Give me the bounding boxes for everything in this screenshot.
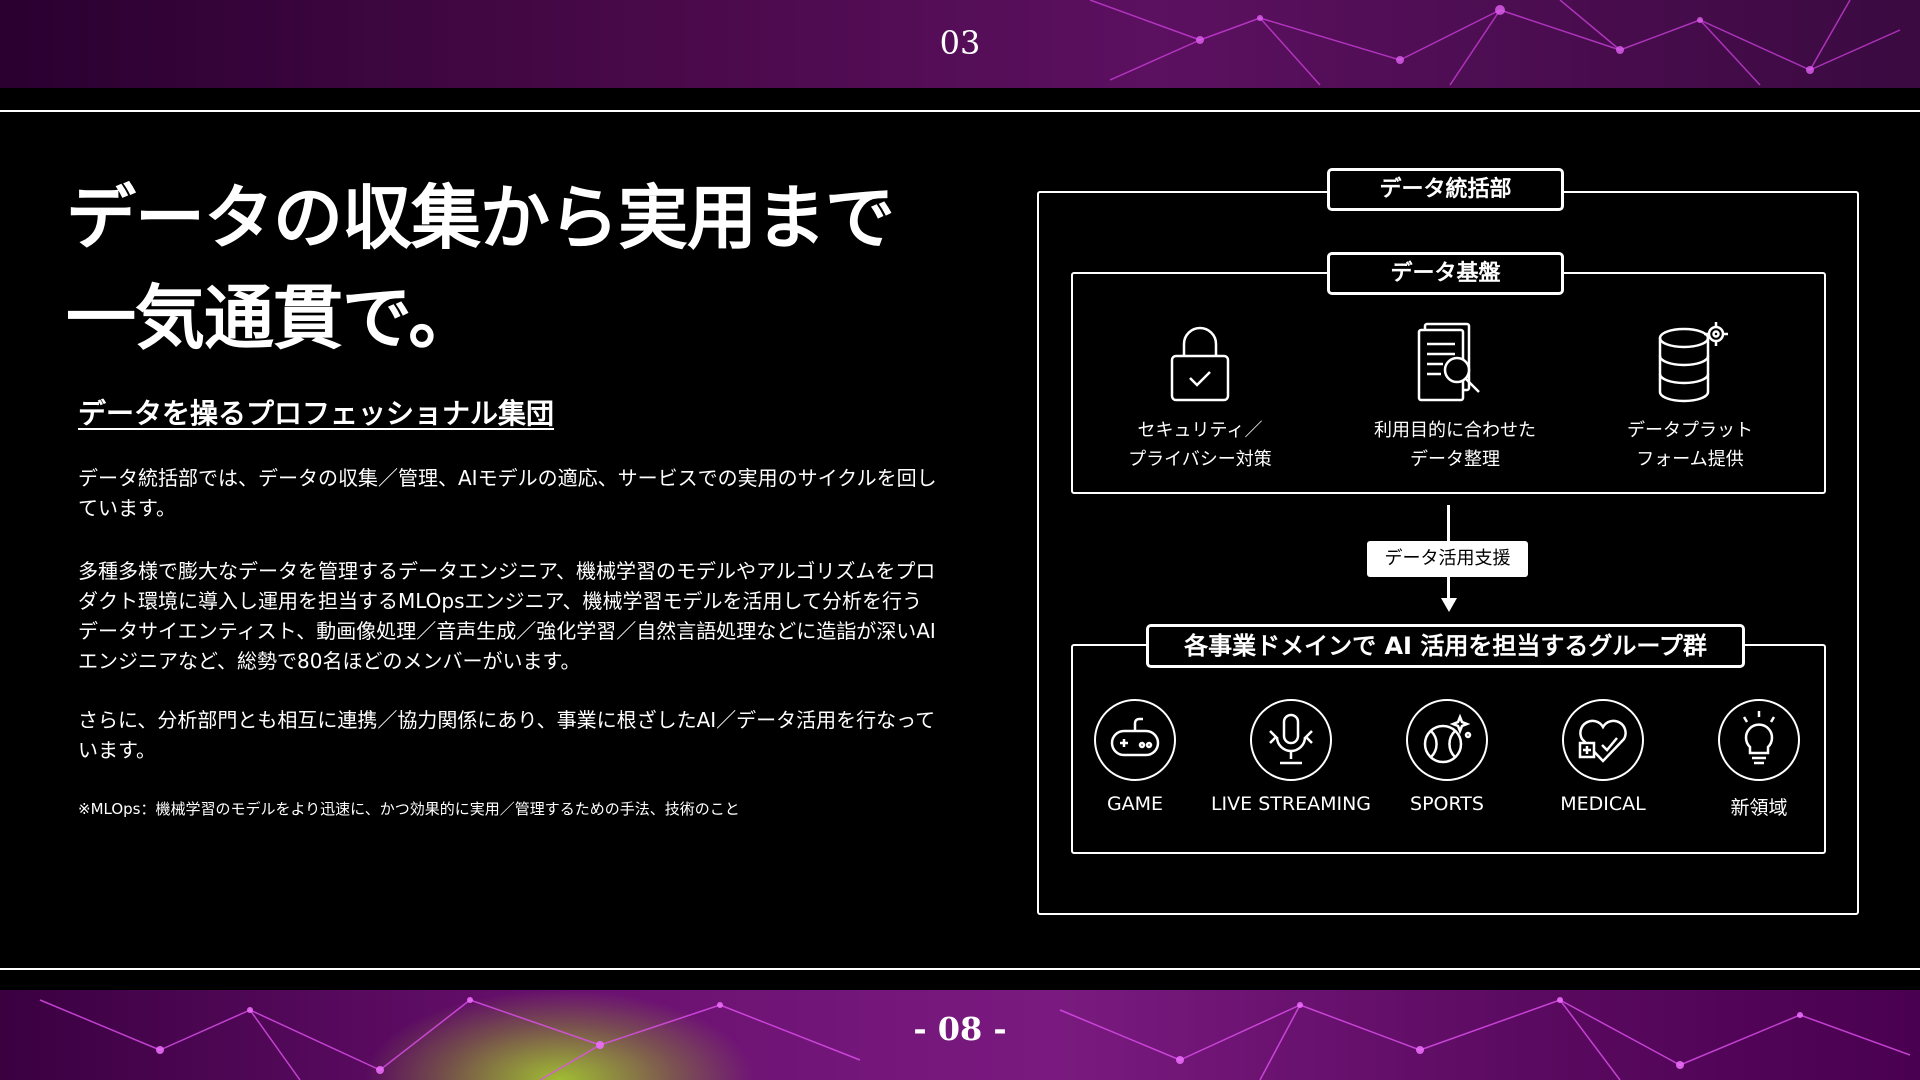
baseball-icon xyxy=(1406,699,1488,781)
page-number: - 08 - xyxy=(913,1010,1007,1048)
padlock-check-icon xyxy=(1170,326,1230,402)
feature-platform-line2: フォーム提供 xyxy=(1636,449,1744,470)
feature-security: セキュリティ／ プライバシー対策 xyxy=(1100,416,1300,474)
feature-organize-line2: データ整理 xyxy=(1410,449,1500,470)
page-title-line2: 一気通貫で。 xyxy=(66,277,478,359)
header-band: 03 xyxy=(0,0,1920,88)
feature-organize-line1: 利用目的に合わせた xyxy=(1374,420,1536,441)
flow-arrow-head-icon xyxy=(1441,598,1457,612)
feature-platform-line1: データプラット xyxy=(1627,420,1753,441)
domain-new-field: 新領域 xyxy=(1730,797,1788,819)
support-label: データ活用支援 xyxy=(1367,541,1528,577)
feature-security-line2: プライバシー対策 xyxy=(1128,449,1272,470)
documents-magnifier-icon xyxy=(1417,322,1480,402)
platform-title: データ基盤 xyxy=(1327,252,1564,295)
feature-platform: データプラット フォーム提供 xyxy=(1590,416,1790,474)
groups-title: 各事業ドメインで AI 活用を担当するグループ群 xyxy=(1146,624,1745,668)
gamepad-icon xyxy=(1094,699,1176,781)
feature-organize: 利用目的に合わせた データ整理 xyxy=(1355,416,1555,474)
heart-cross-icon xyxy=(1562,699,1644,781)
microphone-icon xyxy=(1250,699,1332,781)
page-title-line1: データの収集から実用まで xyxy=(66,177,895,259)
database-gear-icon xyxy=(1658,322,1728,403)
section-number: 03 xyxy=(939,24,981,62)
footer-band: - 08 - xyxy=(0,990,1920,1080)
feature-security-line1: セキュリティ／ xyxy=(1137,420,1263,441)
top-divider xyxy=(0,110,1920,112)
paragraph-1: データ統括部では、データの収集／管理、AIモデルの適応、サービスでの実用のサイク… xyxy=(78,466,937,520)
lightbulb-icon xyxy=(1718,699,1800,781)
footnote: ※MLOps：機械学習のモデルをより迅速に、かつ効果的に実用／管理するための手法… xyxy=(78,800,740,818)
department-title: データ統括部 xyxy=(1327,168,1564,211)
section-subheading: データを操るプロフェッショナル集団 xyxy=(78,397,555,430)
page-title: データの収集から実用まで 一気通貫で。 xyxy=(66,168,895,368)
paragraph-3: さらに、分析部門とも相互に連携／協力関係にあり、事業に根ざしたAI／データ活用を… xyxy=(78,708,936,762)
paragraph-2: 多種多様で膨大なデータを管理するデータエンジニア、機械学習のモデルやアルゴリズム… xyxy=(78,559,936,673)
bottom-divider xyxy=(0,968,1920,970)
